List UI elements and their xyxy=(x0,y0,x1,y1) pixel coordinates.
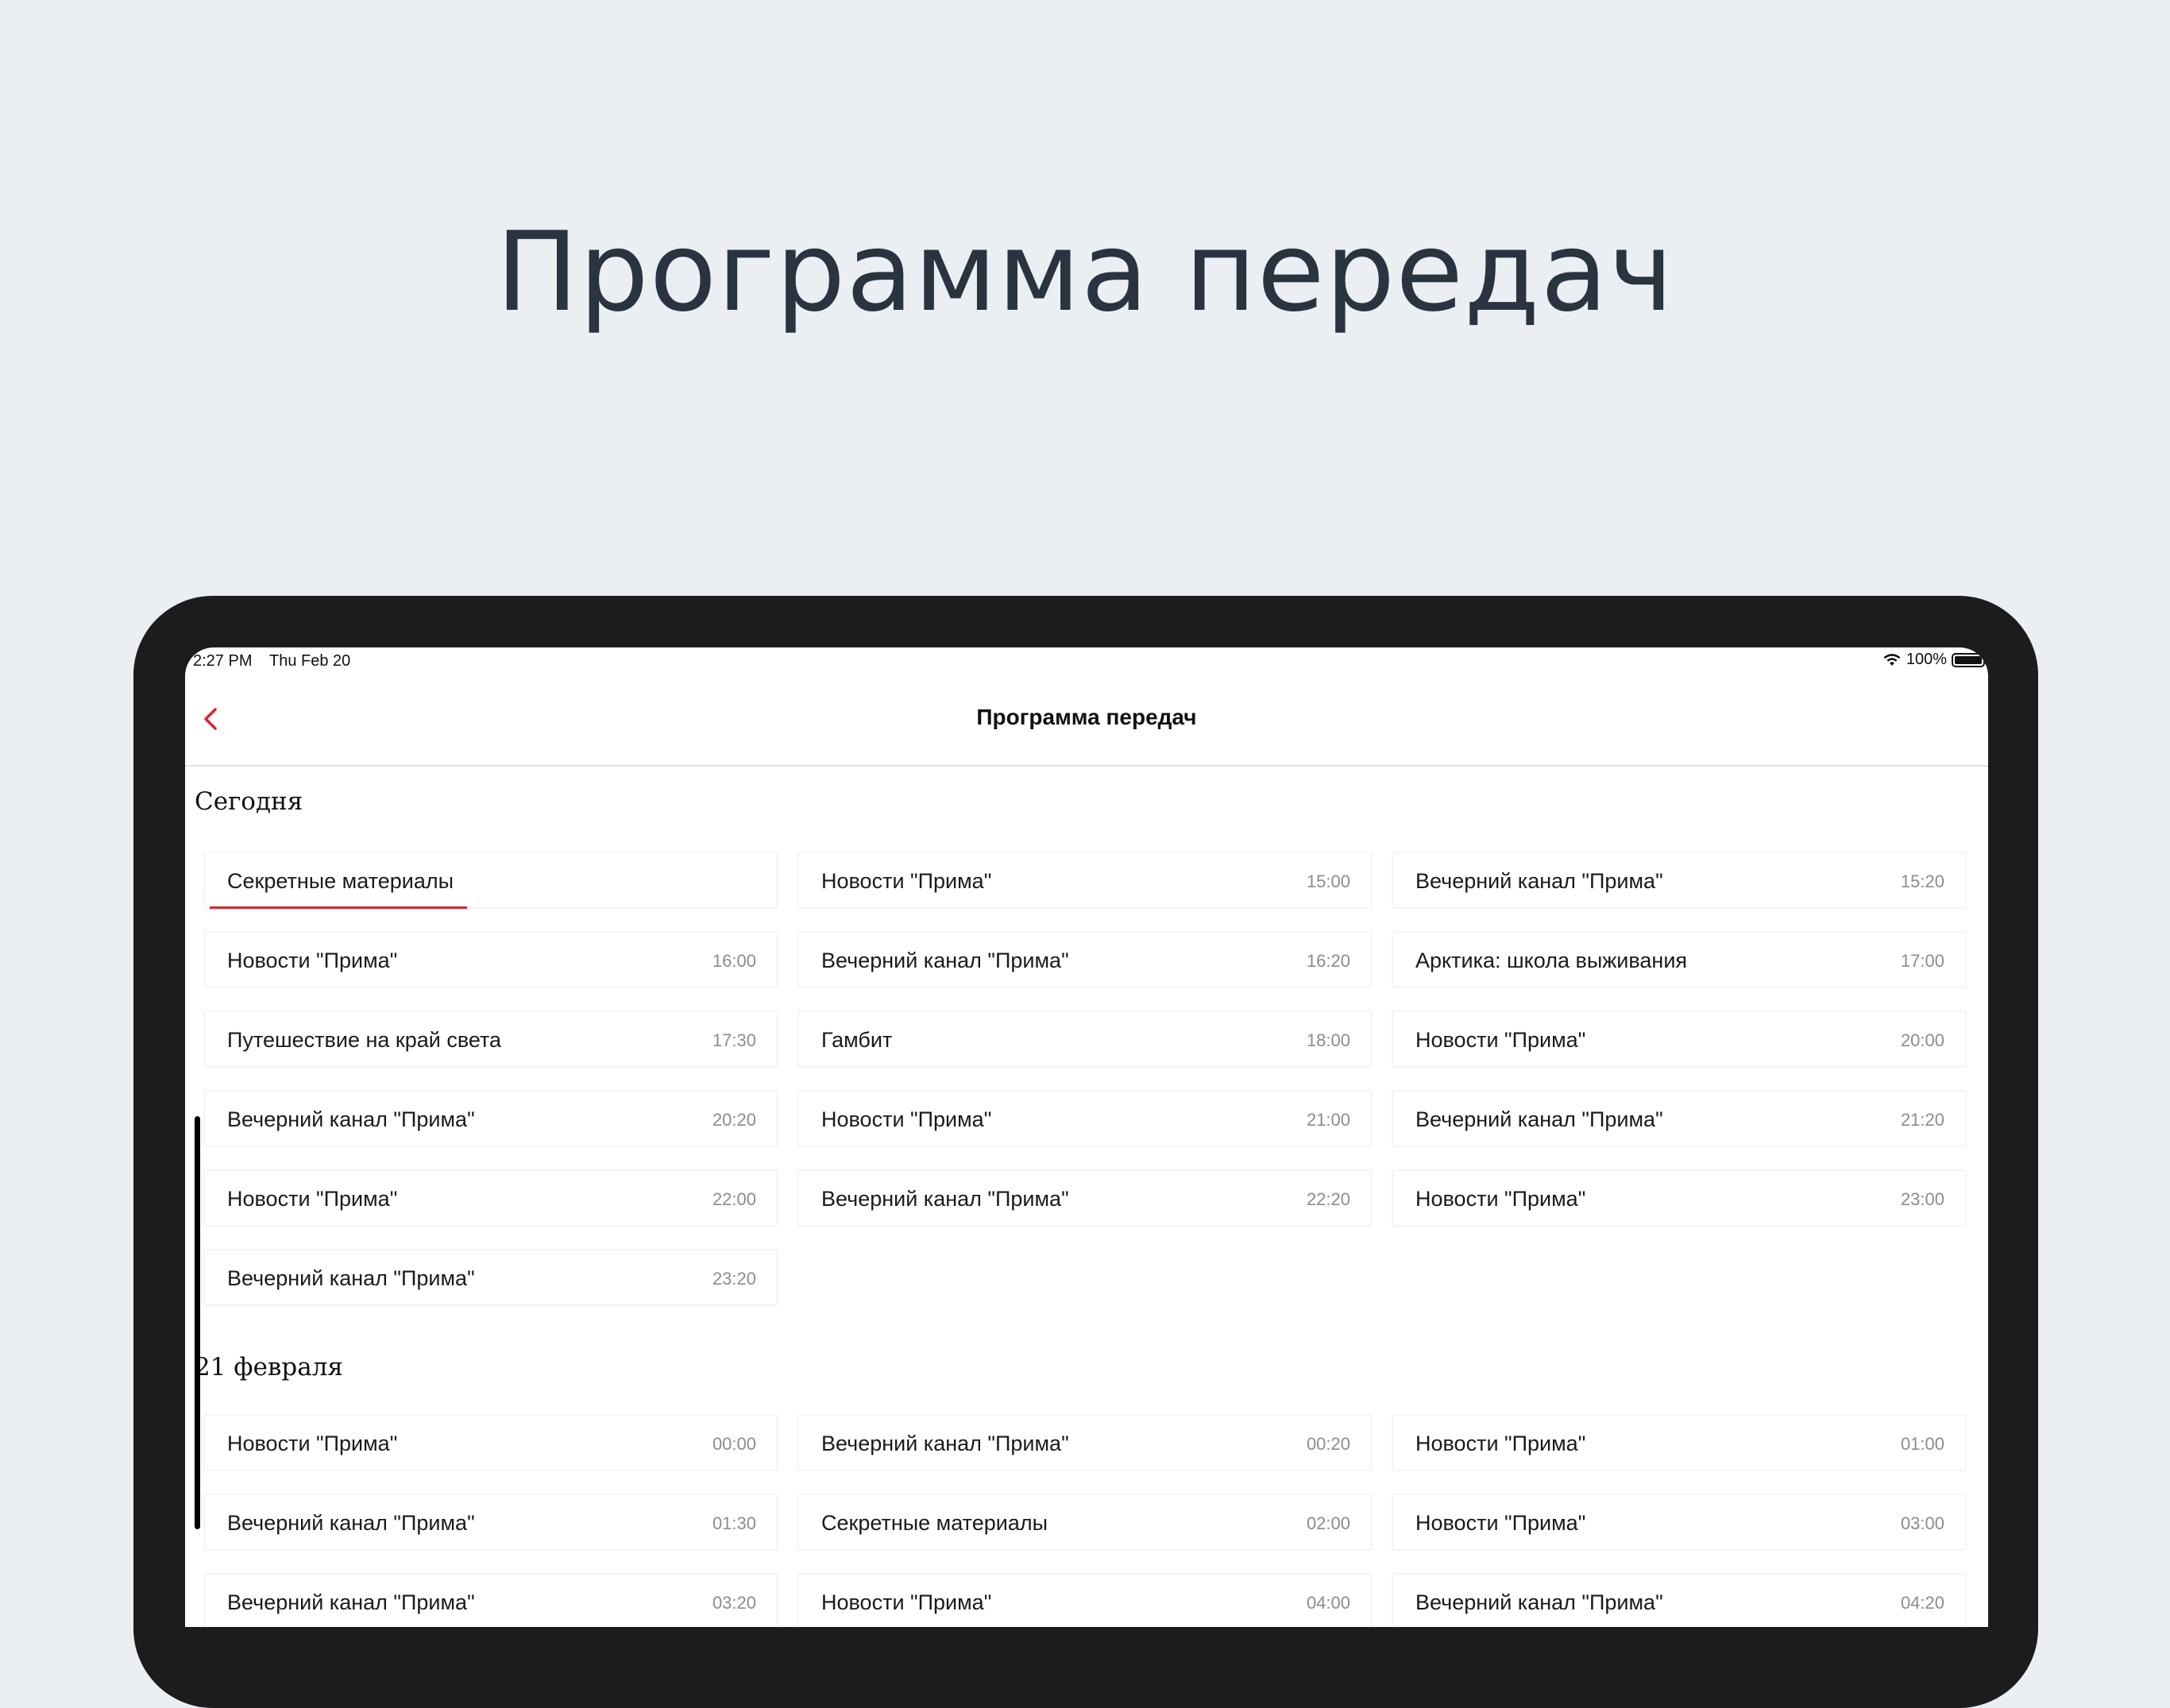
program-time: 03:00 xyxy=(1900,1513,1944,1533)
schedule-grid-feb21: Новости "Прима" 00:00 Вечерний канал "Прим… xyxy=(204,1415,1966,1627)
program-card[interactable]: Новости "Прима" 04:00 xyxy=(798,1574,1372,1627)
program-card[interactable]: Вечерний канал "Прима" 21:20 xyxy=(1392,1091,1966,1146)
program-time: 21:00 xyxy=(1306,1110,1350,1130)
program-name: Новости "Прима" xyxy=(821,869,992,893)
program-card[interactable]: Новости "Прима" 23:00 xyxy=(1392,1170,1966,1226)
program-time: 02:00 xyxy=(1306,1513,1350,1533)
program-name: Вечерний канал "Прима" xyxy=(1415,1590,1663,1614)
current-program-indicator xyxy=(210,906,467,909)
program-name: Новости "Прима" xyxy=(1415,1432,1586,1455)
program-card[interactable]: Вечерний канал "Прима" 01:30 xyxy=(204,1494,778,1550)
program-card[interactable]: Вечерний канал "Прима" 23:20 xyxy=(204,1250,778,1305)
program-time: 01:30 xyxy=(712,1513,756,1533)
program-name: Новости "Прима" xyxy=(821,1107,992,1131)
section-title-feb21: 21 февраля xyxy=(195,1353,343,1381)
program-name: Новости "Прима" xyxy=(1415,1187,1586,1211)
program-card[interactable]: Секретные материалы 02:00 xyxy=(798,1494,1372,1550)
program-card[interactable]: Новости "Прима" 21:00 xyxy=(798,1091,1372,1146)
program-time: 16:20 xyxy=(1306,951,1350,971)
schedule-grid-today: Секретные материалы Новости "Прима" 15:00 В… xyxy=(204,852,1966,1305)
program-card[interactable]: Гамбит 18:00 xyxy=(798,1011,1372,1067)
program-name: Новости "Прима" xyxy=(227,1432,398,1455)
program-name: Вечерний канал "Прима" xyxy=(821,949,1069,972)
program-name: Вечерний канал "Прима" xyxy=(227,1590,475,1614)
program-card[interactable]: Новости "Прима" 22:00 xyxy=(204,1170,778,1226)
program-name: Вечерний канал "Прима" xyxy=(1415,869,1663,893)
program-time: 15:20 xyxy=(1900,871,1944,891)
program-time: 23:20 xyxy=(712,1269,756,1289)
status-date: Thu Feb 20 xyxy=(269,652,351,670)
program-name: Вечерний канал "Прима" xyxy=(227,1107,475,1131)
program-card[interactable]: Арктика: школа выживания 17:00 xyxy=(1392,932,1966,987)
program-name: Арктика: школа выживания xyxy=(1415,949,1688,972)
program-time: 01:00 xyxy=(1900,1434,1944,1454)
program-time: 16:00 xyxy=(712,951,756,971)
program-name: Путешествие на край света xyxy=(227,1028,502,1052)
program-card[interactable]: Вечерний канал "Прима" 22:20 xyxy=(798,1170,1372,1226)
program-time: 03:20 xyxy=(712,1593,756,1613)
status-time: 2:27 PM xyxy=(193,652,253,670)
program-card[interactable]: Путешествие на край света 17:30 xyxy=(204,1011,778,1067)
program-card[interactable]: Вечерний канал "Прима" 20:20 xyxy=(204,1091,778,1146)
program-card[interactable]: Новости "Прима" 01:00 xyxy=(1392,1415,1966,1470)
program-card[interactable]: Новости "Прима" 20:00 xyxy=(1392,1011,1966,1067)
program-name: Новости "Прима" xyxy=(227,949,398,972)
battery-icon xyxy=(1952,652,1988,667)
program-name: Секретные материалы xyxy=(227,869,454,893)
program-card[interactable]: Вечерний канал "Прима" 04:20 xyxy=(1392,1574,1966,1627)
status-indicators: 100% xyxy=(1882,651,1988,669)
program-time: 20:00 xyxy=(1900,1030,1944,1050)
program-time: 22:20 xyxy=(1306,1189,1350,1209)
program-name: Новости "Прима" xyxy=(821,1590,992,1614)
program-name: Секретные материалы xyxy=(821,1511,1048,1535)
app-screen: 2:27 PM Thu Feb 20 100% Программа переда… xyxy=(185,647,1988,1627)
program-time: 23:00 xyxy=(1900,1189,1944,1209)
status-bar: 2:27 PM Thu Feb 20 100% xyxy=(185,647,1988,674)
navigation-bar: Программа передач xyxy=(185,674,1988,767)
section-title-today: Сегодня xyxy=(195,787,303,816)
page-title: Программа передач xyxy=(976,705,1197,729)
program-time: 15:00 xyxy=(1306,871,1350,891)
program-time: 00:20 xyxy=(1306,1434,1350,1454)
program-name: Вечерний канал "Прима" xyxy=(227,1266,475,1290)
program-time: 04:00 xyxy=(1306,1593,1350,1613)
program-name: Новости "Прима" xyxy=(227,1187,398,1211)
program-name: Гамбит xyxy=(821,1028,893,1052)
program-name: Новости "Прима" xyxy=(1415,1028,1586,1052)
program-time: 22:00 xyxy=(712,1189,756,1209)
program-time: 00:00 xyxy=(712,1434,756,1454)
program-card[interactable]: Вечерний канал "Прима" 15:20 xyxy=(1392,852,1966,908)
program-name: Новости "Прима" xyxy=(1415,1511,1586,1535)
program-time: 04:20 xyxy=(1900,1593,1944,1613)
program-name: Вечерний канал "Прима" xyxy=(821,1432,1069,1455)
program-card[interactable]: Новости "Прима" 03:00 xyxy=(1392,1494,1966,1550)
battery-percent: 100% xyxy=(1906,651,1947,668)
program-card[interactable]: Вечерний канал "Прима" 00:20 xyxy=(798,1415,1372,1470)
program-card[interactable]: Новости "Прима" 15:00 xyxy=(798,852,1372,908)
program-card[interactable]: Вечерний канал "Прима" 16:20 xyxy=(798,932,1372,987)
scroll-indicator[interactable] xyxy=(195,1116,200,1529)
program-card[interactable]: Вечерний канал "Прима" 03:20 xyxy=(204,1574,778,1627)
program-time: 18:00 xyxy=(1306,1030,1350,1050)
program-card[interactable]: Новости "Прима" 00:00 xyxy=(204,1415,778,1470)
program-name: Вечерний канал "Прима" xyxy=(227,1511,475,1535)
program-card[interactable]: Новости "Прима" 16:00 xyxy=(204,932,778,987)
wifi-icon xyxy=(1883,653,1901,666)
hero-title: Программа передач xyxy=(496,208,1674,336)
program-name: Вечерний канал "Прима" xyxy=(1415,1107,1663,1131)
program-time: 17:30 xyxy=(712,1030,756,1050)
program-name: Вечерний канал "Прима" xyxy=(821,1187,1069,1211)
program-time: 20:20 xyxy=(712,1110,756,1130)
program-card-current[interactable]: Секретные материалы xyxy=(204,852,778,909)
program-time: 17:00 xyxy=(1900,951,1944,971)
program-time: 21:20 xyxy=(1900,1110,1944,1130)
